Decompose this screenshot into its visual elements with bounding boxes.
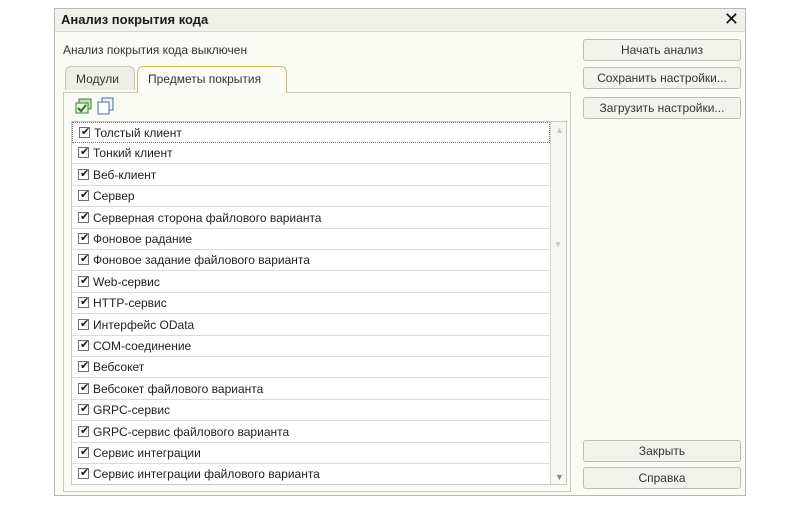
checkmark-icon: ✔ [80, 252, 90, 265]
item-label: Фоновое радание [93, 232, 193, 246]
item-checkbox[interactable]: ✔ [78, 145, 90, 158]
item-label: Сервис интеграции файлового варианта [93, 467, 320, 481]
list-item[interactable]: ✔ Сервис интеграции [72, 443, 550, 464]
title-bar: Анализ покрытия кода ✕ [55, 9, 745, 32]
list-item[interactable]: ✔ Интерфейс OData [72, 315, 550, 336]
list-item[interactable]: ✔ COM-соединение [72, 336, 550, 357]
item-checkbox[interactable]: ✔ [78, 424, 90, 437]
list-item[interactable]: ✔ Фоновое радание [72, 229, 550, 250]
window-title: Анализ покрытия кода [61, 12, 209, 27]
item-checkbox[interactable]: ✔ [78, 402, 90, 415]
item-checkbox[interactable]: ✔ [79, 125, 91, 138]
checkmark-icon: ✔ [80, 424, 90, 437]
list-item[interactable]: ✔ Вебсокет файлового варианта [72, 379, 550, 400]
item-checkbox[interactable]: ✔ [78, 338, 90, 351]
item-label: Сервис интеграции [93, 446, 201, 460]
checkmark-icon: ✔ [80, 317, 90, 330]
item-checkbox[interactable]: ✔ [78, 188, 90, 201]
list-item[interactable]: ✔ Фоновое задание файлового варианта [72, 250, 550, 271]
scroll-down-icon[interactable]: ▼ [555, 472, 564, 482]
list-item[interactable]: ✔ Тонкий клиент [72, 143, 550, 164]
item-checkbox[interactable]: ✔ [78, 210, 90, 223]
list-item[interactable]: ✔ Web-сервис [72, 272, 550, 293]
item-checkbox[interactable]: ✔ [78, 252, 90, 265]
checkmark-icon: ✔ [80, 231, 90, 244]
list-item[interactable]: ✔ Толстый клиент [72, 122, 550, 143]
list-item[interactable]: ✔ GRPC-сервис [72, 400, 550, 421]
item-label: GRPC-сервис файлового варианта [93, 425, 290, 439]
checkmark-icon: ✔ [80, 167, 90, 180]
save-settings-button[interactable]: Сохранить настройки... [583, 67, 741, 89]
item-label: COM-соединение [93, 339, 192, 353]
item-label: Фоновое задание файлового варианта [93, 253, 310, 267]
item-checkbox[interactable]: ✔ [78, 359, 90, 372]
item-checkbox[interactable]: ✔ [78, 295, 90, 308]
load-settings-button[interactable]: Загрузить настройки... [583, 97, 741, 119]
item-label: Сервер [93, 189, 135, 203]
start-analysis-button[interactable]: Начать анализ [583, 39, 741, 61]
item-label: Веб-клиент [93, 168, 157, 182]
checkmark-icon: ✔ [80, 466, 90, 479]
checkmark-icon: ✔ [80, 338, 90, 351]
checkmark-icon: ✔ [80, 210, 90, 223]
item-label: Толстый клиент [94, 126, 182, 140]
item-checkbox[interactable]: ✔ [78, 466, 90, 479]
copy-icon[interactable] [97, 97, 115, 115]
coverage-items-list[interactable]: ▲ ▼ ▼ ✔ Толстый клиент ✔ Тонкий клиент ✔ Веб-… [71, 121, 567, 485]
list-item[interactable]: ✔ Серверная сторона файлового варианта [72, 208, 550, 229]
item-checkbox[interactable]: ✔ [78, 231, 90, 244]
item-label: Тонкий клиент [93, 146, 173, 160]
help-button[interactable]: Справка [583, 467, 741, 489]
item-checkbox[interactable]: ✔ [78, 274, 90, 287]
item-label: Вебсокет [93, 360, 145, 374]
checkmark-icon: ✔ [80, 274, 90, 287]
checkmark-icon: ✔ [80, 145, 90, 158]
tab-strip: Модули Предметы покрытия [63, 66, 563, 93]
list-item[interactable]: ✔ GRPC-сервис файлового варианта [72, 422, 550, 443]
list-item[interactable]: ✔ HTTP-сервис [72, 293, 550, 314]
scroll-up-icon[interactable]: ▲ [555, 125, 564, 135]
checkmark-icon: ✔ [80, 295, 90, 308]
checkmark-icon: ✔ [80, 188, 90, 201]
close-icon[interactable]: ✕ [724, 9, 739, 30]
checkmark-icon: ✔ [80, 359, 90, 372]
item-checkbox[interactable]: ✔ [78, 167, 90, 180]
tab-modules-label: Модули [76, 72, 119, 86]
list-item[interactable]: ✔ Вебсокет [72, 357, 550, 378]
coverage-status-text: Анализ покрытия кода выключен [63, 43, 248, 57]
item-label: Интерфейс OData [93, 318, 195, 332]
scroll-thumb-icon[interactable]: ▼ [554, 240, 562, 249]
list-scrollbar[interactable]: ▲ ▼ ▼ [550, 122, 566, 484]
list-item[interactable]: ✔ Веб-клиент [72, 165, 550, 186]
item-label: HTTP-сервис [93, 296, 167, 310]
check-all-icon[interactable] [75, 97, 93, 115]
item-label: Web-сервис [93, 275, 160, 289]
item-checkbox[interactable]: ✔ [78, 317, 90, 330]
tab-modules[interactable]: Модули [65, 66, 135, 90]
checkmark-icon: ✔ [80, 381, 90, 394]
checkmark-icon: ✔ [80, 445, 90, 458]
list-item[interactable]: ✔ Сервис интеграции файлового варианта [72, 464, 550, 484]
checkmark-icon: ✔ [80, 402, 90, 415]
tab-coverage-items[interactable]: Предметы покрытия [137, 66, 287, 93]
item-label: Вебсокет файлового варианта [93, 382, 264, 396]
tab-coverage-items-label: Предметы покрытия [148, 72, 262, 86]
coverage-dialog: Анализ покрытия кода ✕ Анализ покрытия к… [54, 8, 746, 496]
checkmark-icon: ✔ [81, 125, 91, 138]
item-checkbox[interactable]: ✔ [78, 381, 90, 394]
item-label: GRPC-сервис [93, 403, 171, 417]
list-item[interactable]: ✔ Сервер [72, 186, 550, 207]
close-button[interactable]: Закрыть [583, 440, 741, 462]
item-checkbox[interactable]: ✔ [78, 445, 90, 458]
item-label: Серверная сторона файлового варианта [93, 211, 322, 225]
